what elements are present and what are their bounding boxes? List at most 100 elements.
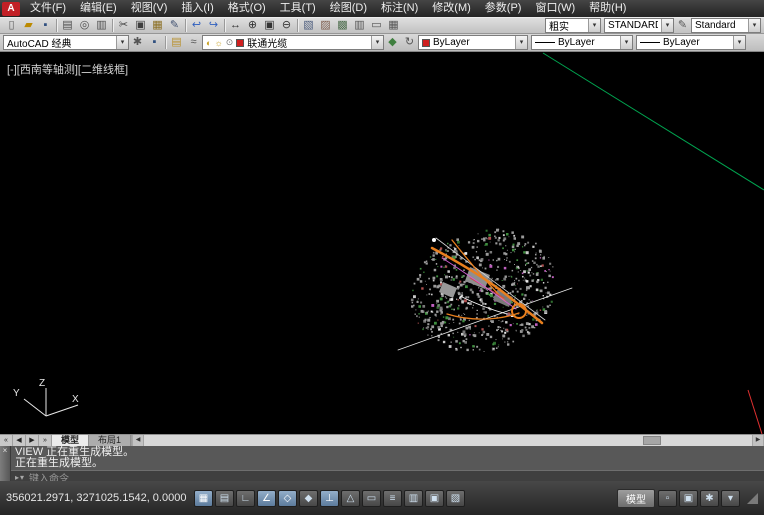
- scroll-left-icon[interactable]: ◀: [132, 435, 144, 446]
- zoom-window-icon[interactable]: ▣: [261, 18, 278, 33]
- sheetset-icon[interactable]: ▥: [351, 18, 368, 33]
- annotation-autoscale-icon[interactable]: ▣: [679, 490, 698, 507]
- markup-icon[interactable]: ▭: [368, 18, 385, 33]
- dim-style-icon[interactable]: ✎: [674, 18, 691, 33]
- 3d-osnap-toggle[interactable]: ◆: [299, 490, 318, 507]
- menu-item[interactable]: 插入(I): [174, 0, 220, 17]
- chevron-down-icon[interactable]: ▾: [620, 36, 632, 49]
- menu-item[interactable]: 视图(V): [124, 0, 175, 17]
- zoom-realtime-icon[interactable]: ⊕: [244, 18, 261, 33]
- designcenter-icon[interactable]: ▨: [317, 18, 334, 33]
- match-properties-icon[interactable]: ✎: [166, 18, 183, 33]
- close-icon[interactable]: ×: [3, 446, 8, 455]
- save-workspace-icon[interactable]: ▪: [146, 35, 163, 50]
- save-icon[interactable]: ▪: [37, 18, 54, 33]
- copy-icon[interactable]: ▣: [132, 18, 149, 33]
- resize-grip-icon[interactable]: [747, 493, 758, 504]
- layer-dropdown[interactable]: ◐ ☼ ⊙ 联通光缆 ▾: [202, 35, 384, 50]
- plot-preview-icon[interactable]: ◎: [76, 18, 93, 33]
- scroll-right-icon[interactable]: ▶: [752, 435, 764, 446]
- model-space-button[interactable]: 模型: [617, 489, 655, 508]
- layout-tab[interactable]: 布局1: [89, 435, 131, 446]
- command-window-grip[interactable]: ×: [0, 446, 11, 481]
- layer-color-swatch[interactable]: [236, 39, 244, 47]
- tab-nav-button[interactable]: ◀: [13, 435, 26, 446]
- color-dropdown[interactable]: ByLayer ▾: [418, 35, 528, 50]
- status-menu-icon[interactable]: ▾: [721, 490, 740, 507]
- toolpalettes-icon[interactable]: ▩: [334, 18, 351, 33]
- make-object-layer-current-icon[interactable]: ◆: [384, 35, 401, 50]
- lineweight-dropdown[interactable]: ByLayer ▾: [636, 35, 746, 50]
- layer-previous-icon[interactable]: ↻: [401, 35, 418, 50]
- standard-toolbar-icons: ▯▰▪▤◎▥✂▣▦✎↩↪↔⊕▣⊖▧▨▩▥▭▦: [3, 18, 402, 33]
- snap-toggle[interactable]: ▦: [194, 490, 213, 507]
- menu-item[interactable]: 标注(N): [374, 0, 425, 17]
- plot-style-dropdown[interactable]: 粗实 ▾: [545, 18, 601, 33]
- grid-toggle[interactable]: ▤: [215, 490, 234, 507]
- layer-properties-icon[interactable]: ▤: [168, 35, 185, 50]
- chevron-down-icon[interactable]: ▾: [515, 36, 527, 49]
- ortho-toggle[interactable]: ∟: [236, 490, 255, 507]
- menu-item[interactable]: 文件(F): [23, 0, 73, 17]
- layer-lock-icon[interactable]: ⊙: [226, 37, 234, 48]
- menu-item[interactable]: 格式(O): [221, 0, 273, 17]
- menu-item[interactable]: 窗口(W): [528, 0, 582, 17]
- menu-item[interactable]: 工具(T): [273, 0, 323, 17]
- tab-nav-button[interactable]: «: [0, 435, 13, 446]
- menu-item[interactable]: 绘图(D): [323, 0, 374, 17]
- lineweight-toggle[interactable]: ≡: [383, 490, 402, 507]
- plot-icon[interactable]: ▤: [59, 18, 76, 33]
- linetype-dropdown[interactable]: ByLayer ▾: [531, 35, 633, 50]
- osnap-toggle[interactable]: ◇: [278, 490, 297, 507]
- horizontal-scrollbar[interactable]: ◀ ▶: [131, 435, 764, 446]
- layer-freeze-icon[interactable]: ☼: [214, 38, 222, 48]
- undo-icon[interactable]: ↩: [188, 18, 205, 33]
- open-file-icon[interactable]: ▰: [20, 18, 37, 33]
- selection-cycling-toggle[interactable]: ▧: [446, 490, 465, 507]
- annotation-visibility-icon[interactable]: ▫: [658, 490, 677, 507]
- publish-icon[interactable]: ▥: [93, 18, 110, 33]
- layer-visibility-icon[interactable]: ◐: [206, 38, 211, 48]
- menu-item[interactable]: 参数(P): [478, 0, 529, 17]
- zoom-previous-icon[interactable]: ⊖: [278, 18, 295, 33]
- menu-item[interactable]: 帮助(H): [582, 0, 633, 17]
- paste-icon[interactable]: ▦: [149, 18, 166, 33]
- ducs-toggle[interactable]: △: [341, 490, 360, 507]
- workspace-settings-icon[interactable]: ✱: [129, 35, 146, 50]
- dyn-toggle[interactable]: ▭: [362, 490, 381, 507]
- new-file-icon[interactable]: ▯: [3, 18, 20, 33]
- chevron-down-icon[interactable]: ▾: [748, 19, 760, 32]
- chevron-down-icon[interactable]: ▾: [371, 36, 383, 49]
- otrack-toggle[interactable]: ⊥: [320, 490, 339, 507]
- current-lineweight-value: ByLayer: [663, 37, 700, 48]
- properties-icon[interactable]: ▧: [300, 18, 317, 33]
- cut-icon[interactable]: ✂: [115, 18, 132, 33]
- menu-item[interactable]: 修改(M): [425, 0, 478, 17]
- polar-toggle[interactable]: ∠: [257, 490, 276, 507]
- menu-item[interactable]: 编辑(E): [73, 0, 124, 17]
- drawing-viewport[interactable]: ZYX [-][西南等轴测][二维线框]: [0, 52, 764, 434]
- chevron-down-icon[interactable]: ▾: [116, 36, 128, 49]
- viewport-label[interactable]: [-][西南等轴测][二维线框]: [7, 61, 128, 77]
- annotation-scale-icon[interactable]: ✱: [700, 490, 719, 507]
- quick-properties-toggle[interactable]: ▣: [425, 490, 444, 507]
- standard-toolbar: ▯▰▪▤◎▥✂▣▦✎↩↪↔⊕▣⊖▧▨▩▥▭▦ 粗实 ▾ STANDARD ▾ ✎…: [0, 17, 764, 34]
- pan-icon[interactable]: ↔: [227, 18, 244, 33]
- menu-bar: A 文件(F)编辑(E)视图(V)插入(I)格式(O)工具(T)绘图(D)标注(…: [0, 0, 764, 17]
- redo-icon[interactable]: ↪: [205, 18, 222, 33]
- tab-nav-button[interactable]: ▶: [26, 435, 39, 446]
- workspace-dropdown[interactable]: AutoCAD 经典 ▾: [3, 35, 129, 50]
- layer-states-icon[interactable]: ≈: [185, 35, 202, 50]
- scrollbar-thumb[interactable]: [643, 436, 661, 445]
- quickcalc-icon[interactable]: ▦: [385, 18, 402, 33]
- autocad-logo-icon[interactable]: A: [2, 2, 20, 16]
- dim-style-dropdown[interactable]: Standard ▾: [691, 18, 761, 33]
- text-style-dropdown[interactable]: STANDARD ▾: [604, 18, 674, 33]
- tab-nav-button[interactable]: »: [39, 435, 52, 446]
- chevron-down-icon[interactable]: ▾: [733, 36, 745, 49]
- chevron-down-icon[interactable]: ▾: [661, 19, 673, 32]
- layout-tab[interactable]: 模型: [52, 435, 89, 446]
- scrollbar-track[interactable]: [144, 435, 752, 446]
- transparency-toggle[interactable]: ▥: [404, 490, 423, 507]
- chevron-down-icon[interactable]: ▾: [588, 19, 600, 32]
